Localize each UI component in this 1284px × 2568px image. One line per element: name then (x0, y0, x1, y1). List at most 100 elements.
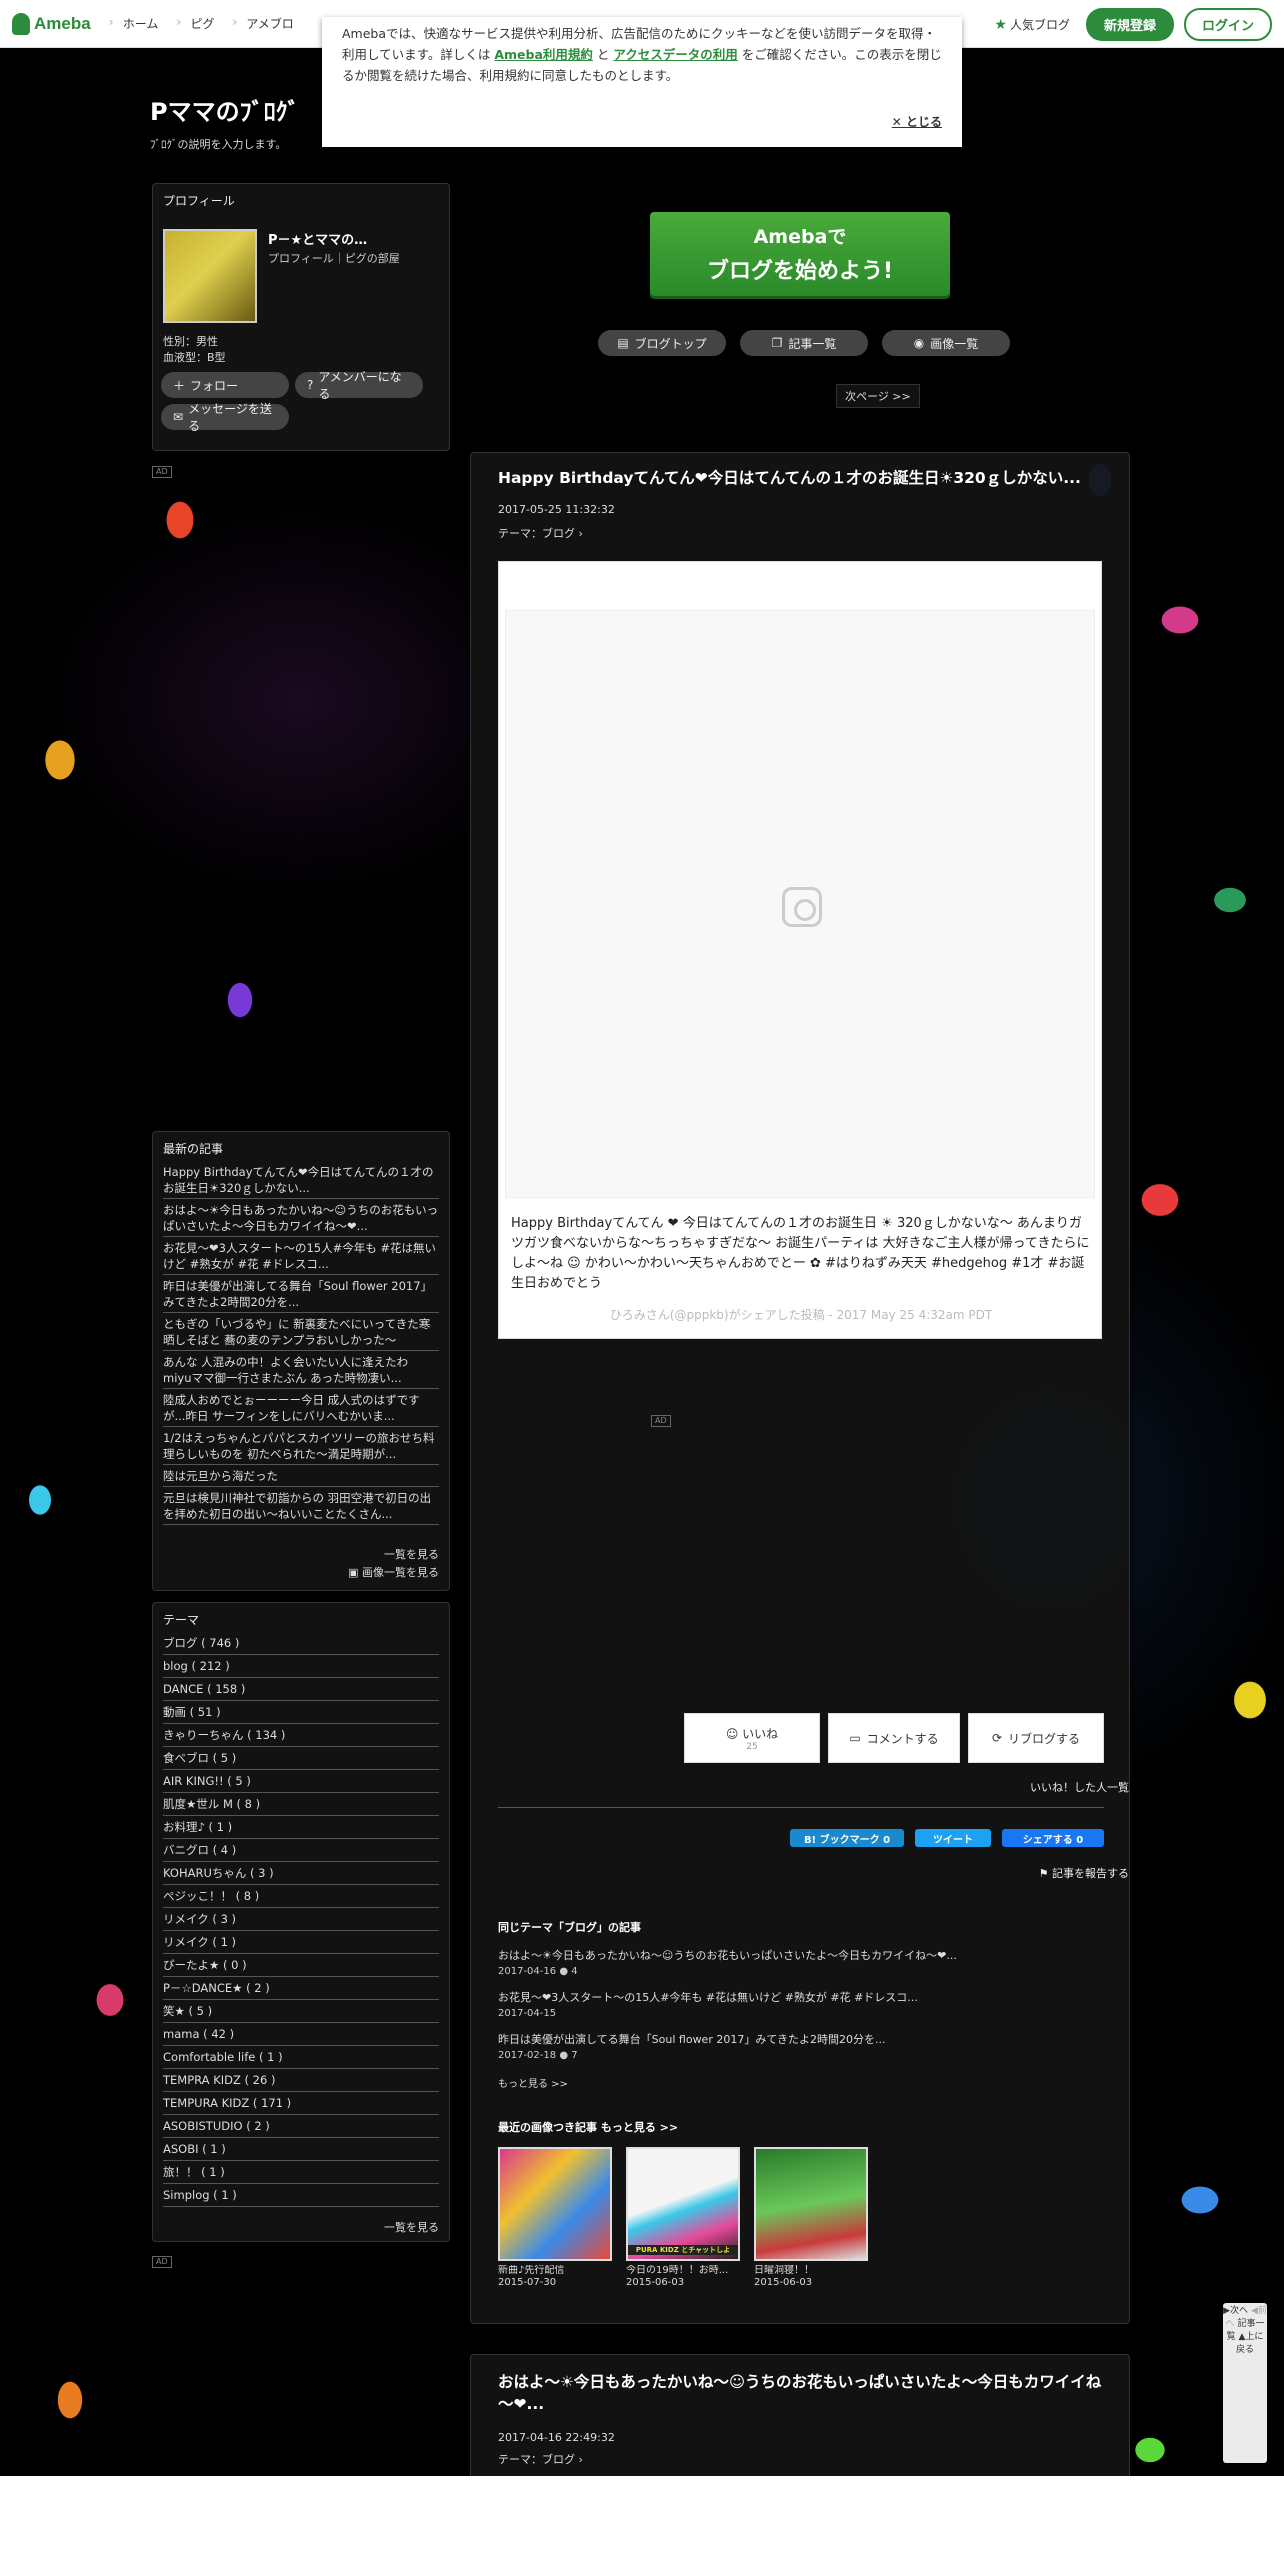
image-list-button[interactable]: ◉ 画像一覧 (882, 330, 1010, 356)
follow-button[interactable]: ＋フォロー (161, 372, 289, 398)
home-icon: ▤ (617, 336, 629, 350)
theme-item[interactable]: ASOBISTUDIO ( 2 ) (163, 2115, 439, 2138)
article-theme[interactable]: テーマ：ブログ › (498, 525, 583, 541)
tweet-button[interactable]: ツイート (915, 1829, 991, 1847)
recent-item[interactable]: 陸成人おめでとぉーーーー今日 成人式のはずですが...昨日 サーフィンをしにバリ… (163, 1389, 439, 1427)
image-posts-more-link[interactable]: もっと見る >> (601, 2121, 678, 2134)
theme-item[interactable]: TEMPURA KIDZ ( 171 ) (163, 2092, 439, 2115)
recent-posts-panel: 最新の記事 Happy Birthdayてんてん❤今日はてんてんの１才のお誕生日… (152, 1131, 450, 1591)
cookie-close-button[interactable]: ✕ とじる (892, 112, 942, 133)
theme-item[interactable]: 食べブロ ( 5 ) (163, 1747, 439, 1770)
next-entry-button[interactable]: ▶次へ (1223, 2306, 1248, 2316)
article-date: 2017-05-25 11:32:32 (498, 503, 615, 516)
recent-item[interactable]: 元旦は検見川神社で初詣からの 羽田空港で初日の出を拝めた初日の出い～ねいいことた… (163, 1487, 439, 1525)
image-post-thumb[interactable] (754, 2147, 868, 2261)
star-icon: ★ (994, 16, 1007, 33)
same-theme-item[interactable]: おはよ～☀今日もあったかいね～☺うちのお花もいっぱいさいたよ～今日もカワイイね～… (498, 1947, 1098, 1977)
recent-item[interactable]: ともぎの「いづるや」に 新裏麦たべにいってきた寒晒しそばと 蕎の麦のテンプラおい… (163, 1313, 439, 1351)
theme-item[interactable]: 旅！！ ( 1 ) (163, 2161, 439, 2184)
theme-item[interactable]: blog ( 212 ) (163, 1655, 439, 1678)
reblog-icon: ⟳ (991, 1731, 1003, 1745)
back-to-top-button[interactable]: ▲上に戻る (1236, 2332, 1263, 2355)
theme-item[interactable]: KOHARUちゃん ( 3 ) (163, 1862, 439, 1885)
theme-item[interactable]: TEMPRA KIDZ ( 26 ) (163, 2069, 439, 2092)
ameba-logo[interactable]: Ameba (12, 12, 91, 35)
nav-pigg[interactable]: ピグ (172, 15, 228, 32)
theme-item[interactable]: 動画 ( 51 ) (163, 1701, 439, 1724)
article-theme[interactable]: テーマ：ブログ › (498, 2451, 583, 2467)
theme-item[interactable]: ASOBI ( 1 ) (163, 2138, 439, 2161)
ad-label: AD (152, 2256, 172, 2268)
recent-item[interactable]: おはよ～☀今日もあったかいね～☺うちのお花もいっぱいさいたよ～今日もカワイイね～… (163, 1199, 439, 1237)
message-button[interactable]: ✉ メッセージを送る (161, 402, 289, 433)
theme-item[interactable]: ブログ ( 746 ) (163, 1632, 439, 1655)
same-theme-item[interactable]: お花見～❤3人スタート～の15人#今年も #花は無いけど #熟女が #花 #ドレ… (498, 1989, 1098, 2019)
access-data-link[interactable]: アクセスデータの利用 (613, 47, 737, 62)
comment-icon: ▭ (849, 1731, 861, 1745)
amember-button[interactable]: ? アメンバーになる (295, 370, 423, 401)
smile-icon: ☺ (725, 1726, 743, 1741)
theme-item[interactable]: ぴーたよ★ ( 0 ) (163, 1954, 439, 1977)
recent-item[interactable]: Happy Birthdayてんてん❤今日はてんてんの１才のお誕生日☀320ｇし… (163, 1161, 439, 1199)
terms-link[interactable]: Ameba利用規約 (494, 47, 593, 62)
recent-more-link[interactable]: 一覧を見る (384, 1546, 439, 1562)
avatar[interactable] (163, 229, 257, 323)
like-button[interactable]: ☺ いいね 25 (684, 1713, 820, 1763)
profile-gender: 性別：男性 (163, 335, 218, 348)
signup-button[interactable]: 新規登録 (1085, 8, 1174, 41)
theme-item[interactable]: ぺジッこ！！ ( 8 ) (163, 1885, 439, 1908)
article-title[interactable]: Happy Birthdayてんてん❤今日はてんてんの１才のお誕生日☀320ｇし… (498, 467, 1108, 489)
theme-item[interactable]: P－☆DANCE★ ( 2 ) (163, 1977, 439, 2000)
like-count: 25 (746, 1741, 758, 1752)
start-blog-banner[interactable]: Amebaで ブログを始めよう! (650, 212, 950, 296)
theme-item[interactable]: Simplog ( 1 ) (163, 2184, 439, 2207)
theme-item[interactable]: 肌度★世ル M ( 8 ) (163, 1793, 439, 1816)
theme-item[interactable]: お料理♪ ( 1 ) (163, 1816, 439, 1839)
facebook-share-button[interactable]: シェアする 0 (1002, 1829, 1104, 1847)
reblog-button[interactable]: ⟳ リブログする (968, 1713, 1104, 1763)
profile-panel: プロフィール P－★とママの… プロフィール｜ピグの部屋 性別：男性 血液型：B… (152, 183, 450, 451)
comment-button[interactable]: ▭ コメントする (828, 1713, 960, 1763)
blog-title[interactable]: Pママのﾌﾞﾛｸﾞ (150, 92, 300, 127)
profile-links[interactable]: プロフィール｜ピグの部屋 (268, 250, 400, 266)
same-theme-more-link[interactable]: もっと見る >> (498, 2075, 1098, 2090)
nav-home[interactable]: ホーム (105, 15, 173, 32)
blog-top-button[interactable]: ▤ ブログトップ (598, 330, 726, 356)
recent-item[interactable]: 昨日は美優が出演してる舞台「Soul flower 2017」みてきたよ2時間2… (163, 1275, 439, 1313)
cookie-notice: Amebaでは、快適なサービス提供や利用分析、広告配信のためにクッキーなどを使い… (322, 17, 962, 147)
recent-item[interactable]: 陸は元旦から海だった (163, 1465, 439, 1487)
instagram-source-link[interactable]: ひろみさん(@pppkb)がシェアした投稿 - 2017 May 25 4:32… (499, 1306, 1103, 1323)
popular-blog-link[interactable]: ★ 人気ブログ (994, 16, 1070, 33)
theme-item[interactable]: きゃりーちゃん ( 134 ) (163, 1724, 439, 1747)
theme-item[interactable]: DANCE ( 158 ) (163, 1678, 439, 1701)
image-post-thumb[interactable] (498, 2147, 612, 2261)
profile-info: 性別：男性 血液型：B型 (163, 334, 226, 366)
profile-name[interactable]: P－★とママの… (268, 229, 367, 248)
hatena-bookmark-button[interactable]: B! ブックマーク 0 (790, 1829, 904, 1847)
entry-list-button[interactable]: ❐ 記事一覧 (740, 330, 868, 356)
nav-ameblo[interactable]: アメブロ (228, 15, 307, 32)
report-link[interactable]: ⚑ 記事を報告する (1001, 1865, 1129, 1881)
theme-item[interactable]: リメイク ( 1 ) (163, 1931, 439, 1954)
theme-item[interactable]: Comfortable life ( 1 ) (163, 2046, 439, 2069)
image-post-thumb[interactable]: PURA KIDZ とチャットしよ (626, 2147, 740, 2261)
next-page-link[interactable]: 次ページ >> (836, 384, 920, 408)
login-button[interactable]: ログイン (1183, 8, 1272, 41)
theme-item[interactable]: バニグロ ( 4 ) (163, 1839, 439, 1862)
image-list-link[interactable]: ▣ 画像一覧を見る (348, 1564, 439, 1580)
camera-icon: ◉ (913, 336, 925, 350)
instagram-image[interactable] (505, 610, 1095, 1198)
recent-item[interactable]: お花見～❤3人スタート～の15人#今年も #花は無いけど #熟女が #花 #ドレ… (163, 1237, 439, 1275)
theme-item[interactable]: mama ( 42 ) (163, 2023, 439, 2046)
theme-item[interactable]: 笑★ ( 5 ) (163, 2000, 439, 2023)
same-theme-item[interactable]: 昨日は美優が出演してる舞台「Soul flower 2017」みてきたよ2時間2… (498, 2031, 1098, 2061)
recent-item[interactable]: あんな 人混みの中！よく会いたい人に逢えたわ miyuママ御一行さまたぶん あっ… (163, 1351, 439, 1389)
theme-item[interactable]: AIR KING!! ( 5 ) (163, 1770, 439, 1793)
liked-users-link[interactable]: いいね！した人一覧 (993, 1779, 1129, 1795)
image-icon: ▣ (348, 1566, 362, 1579)
theme-more-link[interactable]: 一覧を見る (384, 2219, 439, 2235)
recent-item[interactable]: 1/2はえっちゃんとパパとスカイツリーの旅おせち料理らしいものを 初たべられた～… (163, 1427, 439, 1465)
footer (0, 2476, 1284, 2568)
theme-item[interactable]: リメイク ( 3 ) (163, 1908, 439, 1931)
article-title[interactable]: おはよ～☀今日もあったかいね～☺うちのお花もいっぱいさいたよ～今日もカワイイね～… (498, 2371, 1108, 2415)
